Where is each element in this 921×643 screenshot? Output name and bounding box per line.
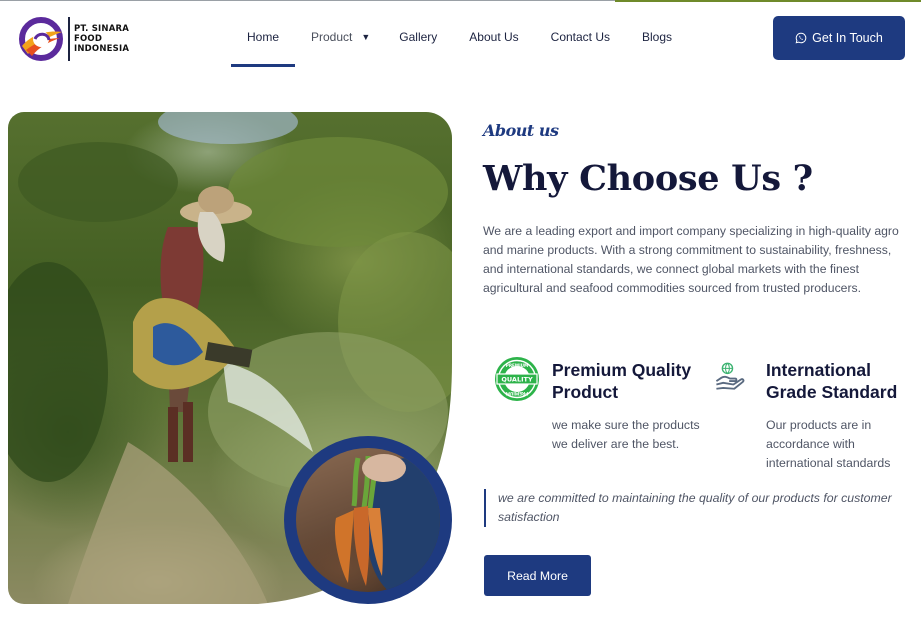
section-kicker: About us <box>483 121 559 140</box>
get-in-touch-button[interactable]: Get In Touch <box>773 16 905 60</box>
nav-item-gallery-label: Gallery <box>399 30 438 44</box>
nav-item-home-label: Home <box>246 30 279 44</box>
site-header: PT. SINARA FOOD INDONESIA Home Product ▼… <box>0 1 921 73</box>
globe-hand-icon <box>715 362 745 390</box>
nav-item-blogs-label: Blogs <box>642 30 673 44</box>
feature-premium-quality-title: Premium Quality Product <box>552 360 692 402</box>
brand-name: PT. SINARA FOOD INDONESIA <box>74 24 129 54</box>
nav-item-contact-us-label: Contact Us <box>550 30 611 44</box>
nav-item-about-us[interactable]: About Us <box>469 1 518 73</box>
brand-name-line-2: FOOD <box>74 34 103 44</box>
section-title: Why Choose Us ? <box>483 158 813 199</box>
nav-item-about-us-label: About Us <box>469 30 519 44</box>
section-lead-text: We are a leading export and import compa… <box>483 224 899 295</box>
carrot-illustration <box>334 454 440 592</box>
nav-item-gallery[interactable]: Gallery <box>399 1 437 73</box>
brand-name-line-3: INDONESIA <box>74 44 130 54</box>
main-nav: Home Product ▼ Gallery About Us Contact … <box>231 1 672 73</box>
brand-name-line-1: PT. SINARA <box>74 24 130 34</box>
nav-item-blogs[interactable]: Blogs <box>642 1 672 73</box>
carrot-harvest-photo <box>296 448 440 592</box>
caret-down-icon: ▼ <box>361 32 371 42</box>
feature-international-grade-text: Our products are in accordance with inte… <box>766 418 891 470</box>
nav-item-contact-us[interactable]: Contact Us <box>551 1 610 73</box>
brand-logo[interactable]: PT. SINARA FOOD INDONESIA <box>18 16 129 62</box>
whatsapp-icon <box>795 32 807 44</box>
badge-bottom-text: PREMIUM <box>506 391 528 396</box>
nav-item-home[interactable]: Home <box>231 1 295 73</box>
read-more-label: Read More <box>507 568 568 583</box>
premium-quality-badge-icon: QUALITY PREMIUM PREMIUM <box>495 357 539 401</box>
nav-item-product-label: Product <box>311 30 353 44</box>
feature-premium-quality-text: we make sure the products we deliver are… <box>552 418 700 451</box>
page: PT. SINARA FOOD INDONESIA Home Product ▼… <box>0 0 921 643</box>
read-more-button[interactable]: Read More <box>484 555 591 596</box>
get-in-touch-label: Get In Touch <box>812 31 883 45</box>
commitment-quote: we are committed to maintaining the qual… <box>484 489 904 527</box>
badge-top-text: PREMIUM <box>506 363 528 368</box>
nav-item-product[interactable]: Product ▼ <box>311 1 370 73</box>
badge-quality-text: QUALITY <box>501 376 533 384</box>
feature-international-grade-title: International Grade Standard <box>766 360 898 402</box>
logo-divider <box>68 17 70 61</box>
brand-logo-icon <box>19 17 63 61</box>
